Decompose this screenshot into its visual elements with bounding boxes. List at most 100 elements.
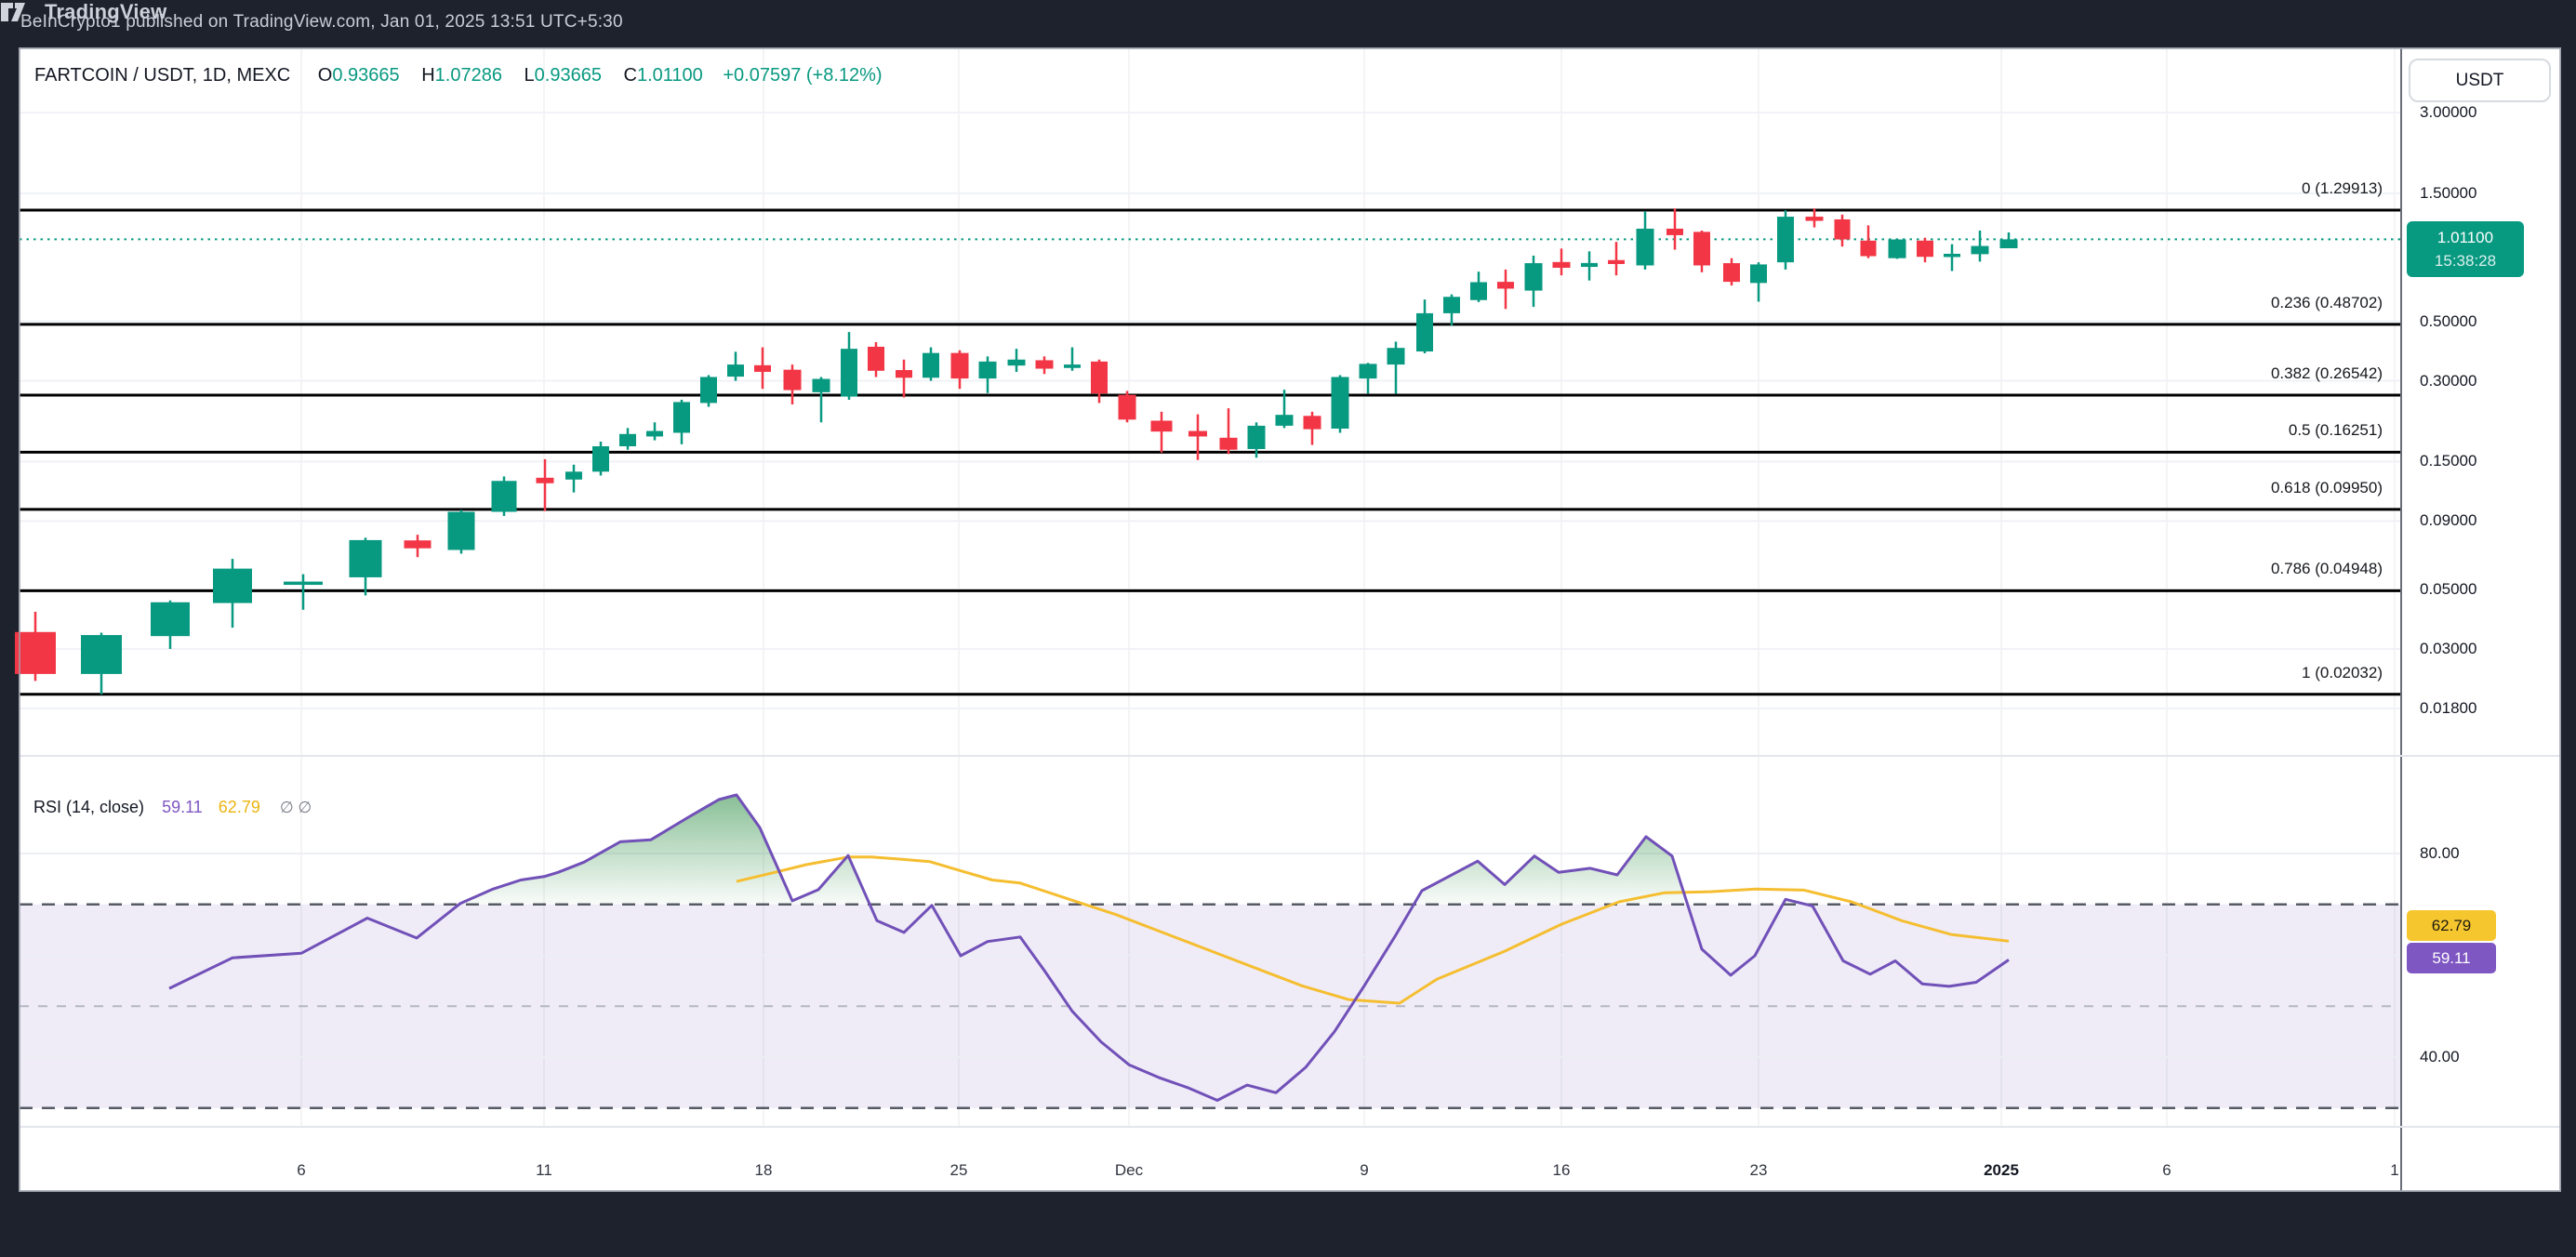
candle-body	[1972, 246, 1989, 255]
rsi-value: 59.11	[162, 798, 203, 816]
price-scale-label: 0.05000	[2420, 579, 2476, 600]
candle-body	[1332, 377, 1349, 429]
high-label: H	[421, 65, 434, 86]
candle-body	[1091, 362, 1108, 393]
rsi-hidden-values-icon: ∅ ∅	[280, 799, 312, 816]
candle-body	[813, 379, 830, 392]
price-scale-label: 1.50000	[2420, 183, 2476, 204]
low-value: 0.93665	[535, 65, 602, 86]
candle-body	[979, 362, 997, 378]
candle-body	[896, 370, 912, 377]
open-label: O	[318, 65, 333, 86]
rsi-line-axis-badge: 59.11	[2407, 943, 2496, 973]
current-price-value: 1.01100	[2437, 226, 2493, 249]
candle-body	[1248, 426, 1266, 449]
close-value: 1.01100	[637, 65, 703, 86]
candle-body	[1889, 240, 1906, 258]
candle-body	[284, 582, 323, 586]
candle-body	[1637, 229, 1654, 266]
close-label: C	[624, 65, 637, 86]
candle-body	[1388, 348, 1405, 364]
time-axis-label: 9	[1308, 1160, 1420, 1181]
candle-body	[492, 481, 517, 511]
price-scale-label: 0.09000	[2420, 510, 2476, 531]
candle-body	[1608, 260, 1625, 264]
rsi-indicator-header[interactable]: RSI (14, close) 59.11 62.79 ∅ ∅	[33, 798, 312, 817]
fib-level-label: 0.786 (0.04948)	[2076, 559, 2383, 579]
price-scale-label: 3.00000	[2420, 102, 2476, 123]
candle-body	[923, 353, 939, 378]
time-axis-label: 6	[246, 1160, 357, 1181]
rsi-scale-label: 40.00	[2420, 1047, 2460, 1067]
fib-level-label: 0.236 (0.48702)	[2076, 293, 2383, 313]
candle-body	[1304, 416, 1321, 429]
rsi-overbought-fill	[459, 795, 870, 905]
candle-body	[405, 540, 432, 549]
open-value: 0.93665	[332, 65, 399, 86]
rsi-ma-value: 62.79	[219, 798, 260, 816]
candle-body	[951, 353, 969, 378]
candle-body	[1693, 232, 1710, 265]
candle-body	[350, 540, 382, 577]
fib-level-label: 0 (1.29913)	[2076, 179, 2383, 199]
price-scale-label: 0.03000	[2420, 639, 2476, 659]
price-scale-label: 0.01800	[2420, 698, 2476, 719]
current-price-badge: 1.01100 15:38:28	[2407, 221, 2524, 277]
current-price-countdown: 15:38:28	[2435, 249, 2496, 272]
change-value: +0.07597 (+8.12%)	[723, 65, 882, 86]
candle-body	[1861, 241, 1877, 257]
fib-level-label: 1 (0.02032)	[2076, 663, 2383, 683]
candle-body	[1188, 431, 1207, 437]
candle-body	[1835, 219, 1851, 240]
fib-level-label: 0.618 (0.09950)	[2076, 478, 2383, 498]
time-axis-label: 16	[1506, 1160, 1617, 1181]
time-axis-label: 18	[708, 1160, 819, 1181]
candle-body	[1064, 364, 1081, 368]
candle-body	[1416, 313, 1433, 351]
candle-body	[1723, 263, 1740, 282]
candle-body	[1497, 282, 1514, 288]
candle-body	[448, 511, 475, 549]
candle-body	[1553, 262, 1571, 268]
candle-body	[1581, 263, 1598, 267]
rsi-overbought-fill	[1414, 837, 1687, 905]
time-axis-label: 23	[1703, 1160, 1814, 1181]
candle-body	[841, 349, 857, 396]
price-scale-label: 0.30000	[2420, 371, 2476, 391]
symbol-header: FARTCOIN / USDT, 1D, MEXC O0.93665 H1.07…	[34, 65, 883, 86]
candle-body	[1119, 395, 1136, 420]
candle-body	[537, 478, 554, 483]
candle-body	[1470, 282, 1487, 299]
candle-body	[1151, 420, 1173, 431]
rsi-ma-axis-badge: 62.79	[2407, 910, 2496, 941]
candle-body	[1008, 360, 1026, 365]
candle-body	[784, 370, 802, 390]
time-axis-label: 25	[903, 1160, 1015, 1181]
candle-body	[727, 364, 744, 377]
rsi-title: RSI (14, close)	[33, 798, 144, 816]
candle-body	[1036, 360, 1054, 368]
candle-body	[619, 434, 636, 446]
candle-body	[1360, 364, 1377, 378]
candle-body	[1917, 241, 1933, 257]
currency-unit-button[interactable]: USDT	[2409, 59, 2551, 102]
candle-body	[1220, 438, 1238, 450]
time-axis-label: 11	[488, 1160, 600, 1181]
candle-body	[1750, 264, 1767, 283]
fib-level-label: 0.5 (0.16251)	[2076, 420, 2383, 441]
candle-body	[151, 602, 190, 636]
candle-body	[754, 365, 771, 372]
high-value: 1.07286	[435, 65, 502, 86]
candle-body	[700, 377, 717, 403]
candle-body	[1666, 229, 1683, 235]
time-axis-label: 6	[2111, 1160, 2223, 1181]
time-axis-label: 1	[2339, 1160, 2450, 1181]
price-scale-label: 0.15000	[2420, 451, 2476, 471]
candle-body	[565, 471, 582, 479]
candle-body	[673, 402, 690, 432]
time-axis-label: Dec	[1073, 1160, 1185, 1181]
candle-body	[1276, 415, 1294, 426]
candle-body	[868, 347, 884, 371]
price-scale-label: 0.50000	[2420, 311, 2476, 332]
candle-body	[1806, 217, 1824, 220]
